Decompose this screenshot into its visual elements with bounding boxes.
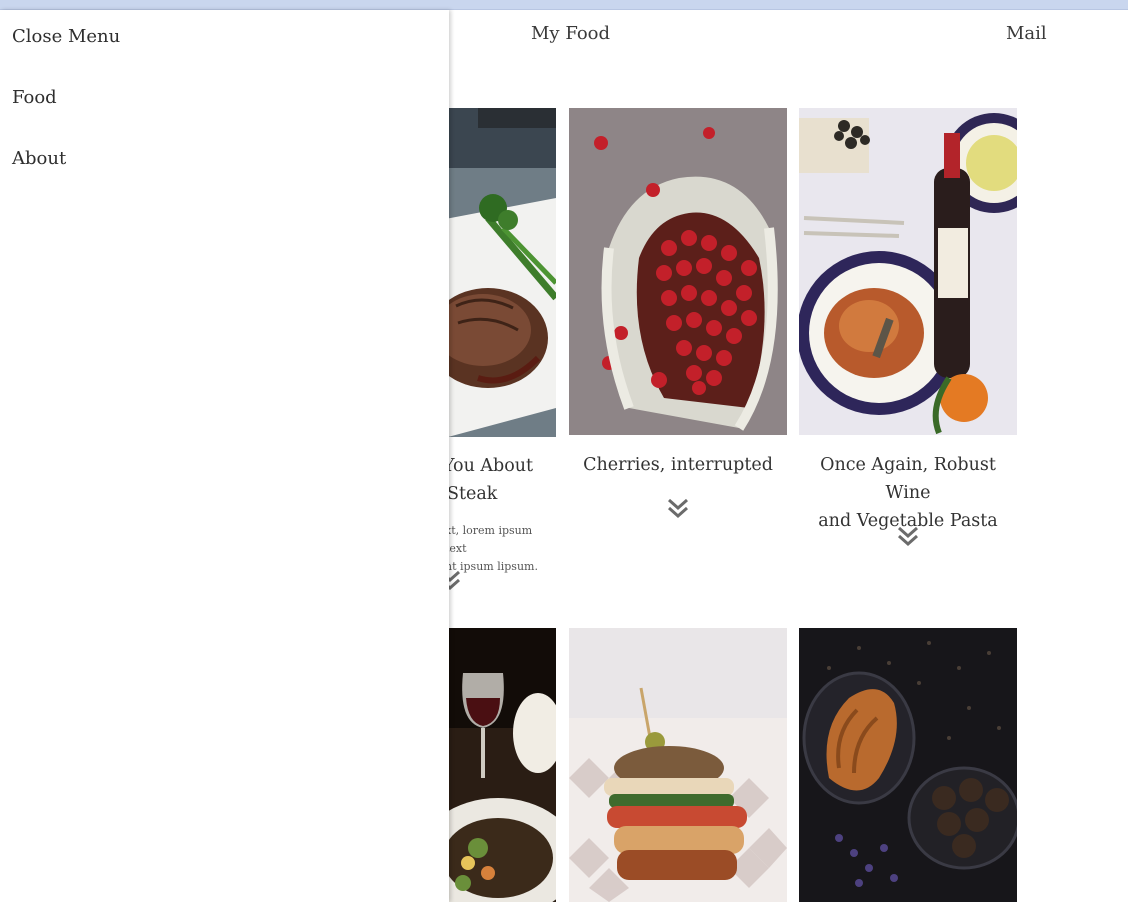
menu-item-about[interactable]: About [12, 148, 66, 169]
side-menu: Close Menu Food About [0, 10, 449, 902]
expand-chevron-icon[interactable] [896, 524, 920, 548]
card-image-cherries[interactable] [569, 108, 787, 435]
card-image-croissant[interactable] [799, 628, 1017, 902]
browser-top-strip [0, 0, 1128, 10]
card-title-cherries: Cherries, interrupted [583, 455, 773, 475]
close-menu-link[interactable]: Close Menu [12, 26, 120, 47]
card-title-wine-pasta: Once Again, Robust Wine and Vegetable Pa… [799, 451, 1017, 535]
menu-item-food[interactable]: Food [12, 87, 57, 108]
card-image-wine-pasta[interactable] [799, 108, 1017, 435]
expand-chevron-icon[interactable] [666, 496, 690, 520]
nav-my-food[interactable]: My Food [531, 23, 610, 44]
nav-mail[interactable]: Mail [1006, 23, 1047, 44]
card-title-wine-pasta-line1: Once Again, Robust Wine [820, 455, 996, 503]
card-image-sandwich[interactable] [569, 628, 787, 902]
